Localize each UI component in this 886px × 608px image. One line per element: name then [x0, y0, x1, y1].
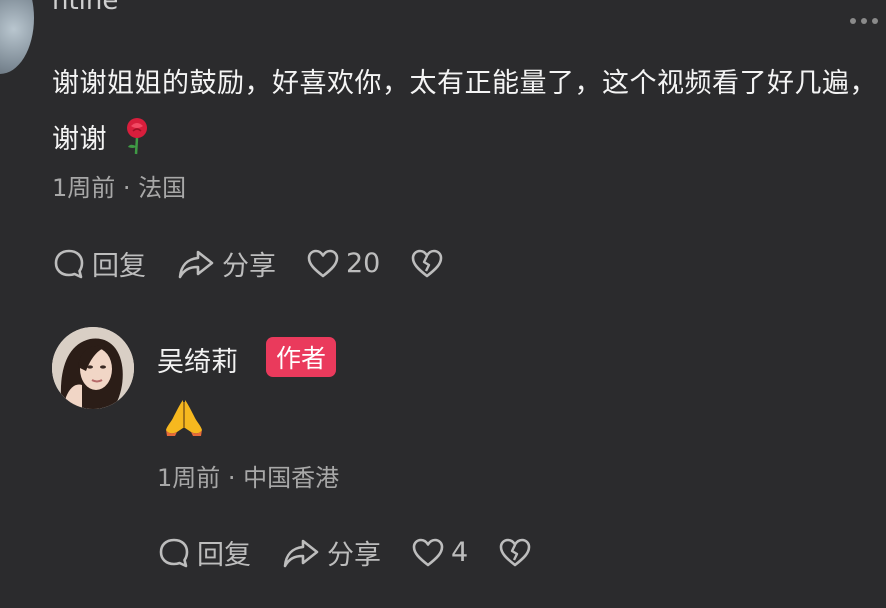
- share-label: 分享: [222, 251, 276, 282]
- reply-time: 1周前: [157, 464, 221, 492]
- comment-meta: 1周前 · 法国: [52, 168, 186, 203]
- meta-separator: ·: [115, 174, 139, 202]
- reply-location: 中国香港: [243, 464, 340, 492]
- folded-hands-emoji: [166, 400, 202, 436]
- like-button[interactable]: 4: [411, 536, 468, 570]
- like-count: 4: [451, 537, 469, 568]
- comment-text: 谢谢姐姐的鼓励，好喜欢你，太有正能量了，这个视频看了好几遍，谢谢: [52, 68, 877, 155]
- reply-label: 回复: [197, 540, 251, 571]
- comment-body: 谢谢姐姐的鼓励，好喜欢你，太有正能量了，这个视频看了好几遍，谢谢: [52, 56, 878, 168]
- share-button[interactable]: 分享: [176, 244, 276, 283]
- share-icon: [178, 250, 214, 278]
- reply-icon: [54, 249, 84, 278]
- share-icon: [283, 539, 319, 567]
- username-text: ntine: [52, 0, 119, 16]
- share-label: 分享: [327, 540, 381, 571]
- commenter-username[interactable]: ntine: [52, 0, 118, 16]
- reply-button[interactable]: 回复: [157, 533, 251, 572]
- broken-heart-icon: [499, 538, 531, 566]
- comment-actions: 回复 分享 20: [52, 244, 480, 283]
- heart-icon: [412, 538, 444, 566]
- author-avatar[interactable]: [52, 327, 134, 409]
- commenter-avatar[interactable]: [0, 0, 34, 74]
- author-username[interactable]: 吴绮莉: [157, 340, 238, 379]
- author-badge: 作者: [266, 337, 337, 377]
- reply-actions: 回复 分享 4: [157, 533, 568, 572]
- heart-icon: [307, 249, 339, 277]
- reply-button[interactable]: 回复: [52, 244, 146, 283]
- reply-label: 回复: [92, 251, 146, 282]
- author-badge-label: 作者: [276, 344, 327, 373]
- like-button[interactable]: 20: [306, 247, 380, 281]
- meta-separator: ·: [220, 464, 244, 492]
- broken-heart-icon: [412, 249, 443, 277]
- author-name-text: 吴绮莉: [157, 347, 238, 378]
- comment-thread: ntine 谢谢姐姐的鼓励，好喜欢你，太有正能量了，这个视频看了好几遍，谢谢 1…: [0, 0, 886, 608]
- comment-location: 法国: [138, 174, 187, 202]
- reply-icon: [159, 538, 189, 567]
- more-options-icon[interactable]: [850, 18, 878, 24]
- like-count: 20: [346, 248, 381, 279]
- rose-emoji: [127, 118, 148, 155]
- share-button[interactable]: 分享: [281, 533, 381, 572]
- reply-meta: 1周前 · 中国香港: [157, 458, 339, 493]
- reply-body: [163, 396, 205, 442]
- dislike-button[interactable]: [498, 536, 538, 570]
- dislike-button[interactable]: [410, 247, 450, 281]
- comment-time: 1周前: [52, 174, 116, 202]
